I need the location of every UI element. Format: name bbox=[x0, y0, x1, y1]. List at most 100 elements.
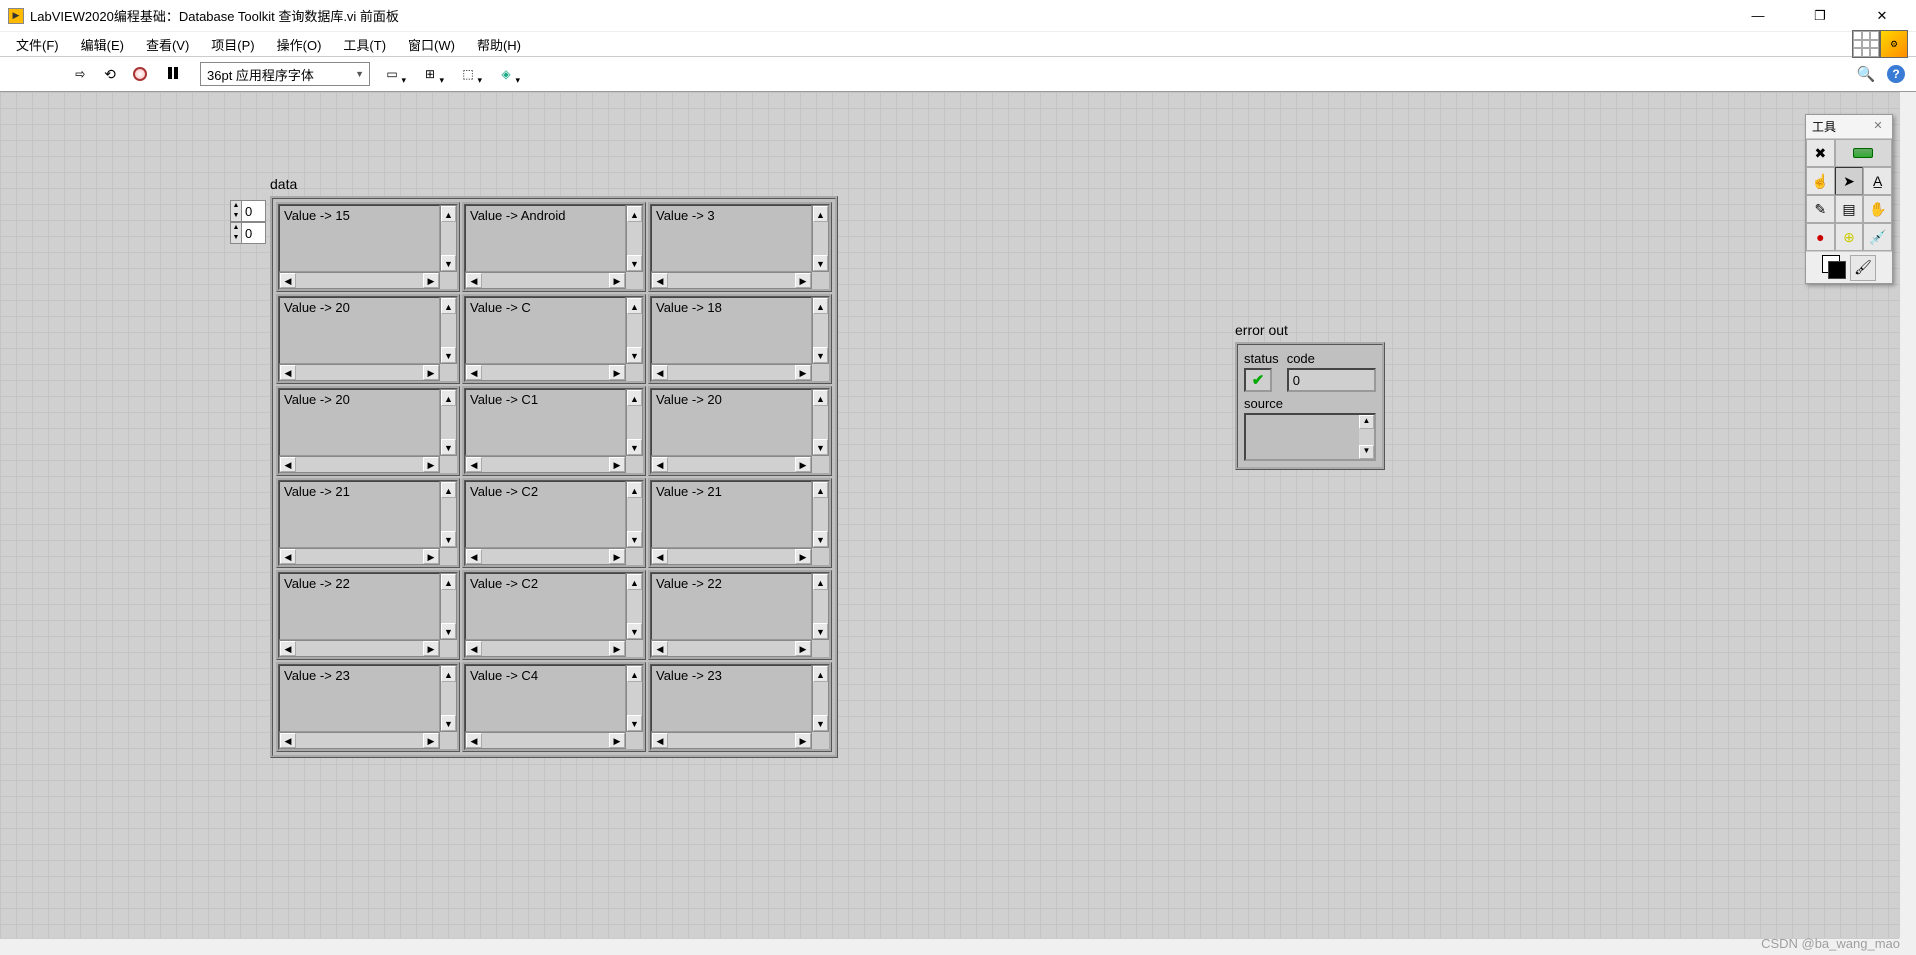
source-scrollbar[interactable]: ▲▼ bbox=[1359, 415, 1374, 459]
cell-vscroll[interactable]: ▲▼ bbox=[440, 481, 457, 548]
array-cell[interactable]: Value -> 20▲▼◀▶ bbox=[648, 386, 832, 476]
distribute-dropdown[interactable]: ⊞ bbox=[414, 62, 446, 86]
tool-auto-icon[interactable]: ✖ bbox=[1806, 139, 1835, 167]
tool-probe-icon[interactable]: ⊕ bbox=[1835, 223, 1864, 251]
tool-shortcut-icon[interactable]: ▤ bbox=[1835, 195, 1864, 223]
array-cell[interactable]: Value -> 3▲▼◀▶ bbox=[648, 202, 832, 292]
cell-vscroll[interactable]: ▲▼ bbox=[626, 481, 643, 548]
array-cell[interactable]: Value -> 22▲▼◀▶ bbox=[276, 570, 460, 660]
cell-vscroll[interactable]: ▲▼ bbox=[626, 389, 643, 456]
cell-vscroll[interactable]: ▲▼ bbox=[812, 297, 829, 364]
bg-color-swatch[interactable] bbox=[1828, 261, 1846, 279]
cell-hscroll[interactable]: ◀▶ bbox=[279, 456, 440, 473]
col-index-control[interactable]: ▲▼ 0 bbox=[230, 222, 266, 244]
cell-vscroll[interactable]: ▲▼ bbox=[440, 205, 457, 272]
cell-vscroll[interactable]: ▲▼ bbox=[440, 389, 457, 456]
cell-hscroll[interactable]: ◀▶ bbox=[465, 364, 626, 381]
cell-hscroll[interactable]: ◀▶ bbox=[465, 640, 626, 657]
abort-button[interactable] bbox=[128, 62, 152, 86]
cell-hscroll[interactable]: ◀▶ bbox=[465, 272, 626, 289]
tool-color-copy-icon[interactable]: 💉 bbox=[1863, 223, 1892, 251]
font-selector[interactable]: 36pt 应用程序字体 bbox=[200, 62, 370, 86]
minimize-button[interactable]: — bbox=[1736, 2, 1780, 30]
tools-palette-close-icon[interactable]: ✕ bbox=[1870, 119, 1886, 135]
cell-vscroll[interactable]: ▲▼ bbox=[626, 573, 643, 640]
array-cell[interactable]: Value -> 20▲▼◀▶ bbox=[276, 294, 460, 384]
search-button[interactable]: 🔍 bbox=[1854, 62, 1878, 86]
col-down-icon[interactable]: ▼ bbox=[231, 233, 241, 243]
array-cell[interactable]: Value -> C▲▼◀▶ bbox=[462, 294, 646, 384]
array-cell[interactable]: Value -> 23▲▼◀▶ bbox=[276, 662, 460, 752]
array-cell[interactable]: Value -> 18▲▼◀▶ bbox=[648, 294, 832, 384]
connector-grid-icon[interactable] bbox=[1852, 30, 1880, 58]
cell-hscroll[interactable]: ◀▶ bbox=[465, 456, 626, 473]
array-cell[interactable]: Value -> 21▲▼◀▶ bbox=[276, 478, 460, 568]
align-dropdown[interactable]: ▭ bbox=[376, 62, 408, 86]
row-index-control[interactable]: ▲▼ 0 bbox=[230, 200, 266, 222]
array-cell[interactable]: Value -> C2▲▼◀▶ bbox=[462, 570, 646, 660]
array-cell[interactable]: Value -> Android▲▼◀▶ bbox=[462, 202, 646, 292]
cell-hscroll[interactable]: ◀▶ bbox=[651, 272, 812, 289]
cell-hscroll[interactable]: ◀▶ bbox=[651, 732, 812, 749]
tool-color-swatches[interactable]: 🖌 bbox=[1806, 251, 1892, 283]
vi-icon[interactable]: ⚙ bbox=[1880, 30, 1908, 58]
tool-wire-icon[interactable]: ✎ bbox=[1806, 195, 1835, 223]
row-index-value[interactable]: 0 bbox=[242, 200, 266, 222]
array-cell[interactable]: Value -> 21▲▼◀▶ bbox=[648, 478, 832, 568]
col-up-icon[interactable]: ▲ bbox=[231, 223, 241, 233]
cell-vscroll[interactable]: ▲▼ bbox=[626, 205, 643, 272]
array-cell[interactable]: Value -> 23▲▼◀▶ bbox=[648, 662, 832, 752]
cell-hscroll[interactable]: ◀▶ bbox=[651, 364, 812, 381]
row-down-icon[interactable]: ▼ bbox=[231, 211, 241, 221]
cell-hscroll[interactable]: ◀▶ bbox=[651, 548, 812, 565]
tools-palette-header[interactable]: 工具 ✕ bbox=[1806, 115, 1892, 139]
menu-tools[interactable]: 工具(T) bbox=[333, 32, 396, 57]
front-panel-canvas[interactable]: data ▲▼ 0 ▲▼ 0 Value -> 15▲▼◀▶Value -> A… bbox=[0, 92, 1899, 938]
tool-text-icon[interactable]: A̲ bbox=[1863, 167, 1892, 195]
cell-hscroll[interactable]: ◀▶ bbox=[651, 640, 812, 657]
tool-auto-led[interactable] bbox=[1835, 139, 1892, 167]
tool-position-icon[interactable]: ➤ bbox=[1835, 167, 1864, 195]
cell-vscroll[interactable]: ▲▼ bbox=[812, 573, 829, 640]
cell-hscroll[interactable]: ◀▶ bbox=[465, 548, 626, 565]
maximize-button[interactable]: ❐ bbox=[1798, 2, 1842, 30]
reorder-dropdown[interactable]: ◈ bbox=[490, 62, 522, 86]
cell-hscroll[interactable]: ◀▶ bbox=[651, 456, 812, 473]
cell-hscroll[interactable]: ◀▶ bbox=[279, 732, 440, 749]
run-button[interactable]: ⇨ bbox=[68, 62, 92, 86]
cell-hscroll[interactable]: ◀▶ bbox=[279, 548, 440, 565]
cell-vscroll[interactable]: ▲▼ bbox=[440, 665, 457, 732]
row-up-icon[interactable]: ▲ bbox=[231, 201, 241, 211]
cell-vscroll[interactable]: ▲▼ bbox=[440, 573, 457, 640]
cell-vscroll[interactable]: ▲▼ bbox=[812, 205, 829, 272]
tool-breakpoint-icon[interactable]: ● bbox=[1806, 223, 1835, 251]
cell-vscroll[interactable]: ▲▼ bbox=[440, 297, 457, 364]
array-cell[interactable]: Value -> C2▲▼◀▶ bbox=[462, 478, 646, 568]
array-cell[interactable]: Value -> 15▲▼◀▶ bbox=[276, 202, 460, 292]
cell-vscroll[interactable]: ▲▼ bbox=[812, 389, 829, 456]
main-vertical-scrollbar[interactable] bbox=[1899, 92, 1916, 938]
resize-dropdown[interactable]: ⬚ bbox=[452, 62, 484, 86]
cell-hscroll[interactable]: ◀▶ bbox=[279, 272, 440, 289]
menu-edit[interactable]: 编辑(E) bbox=[71, 32, 134, 57]
array-cell[interactable]: Value -> C1▲▼◀▶ bbox=[462, 386, 646, 476]
cell-vscroll[interactable]: ▲▼ bbox=[626, 665, 643, 732]
cell-hscroll[interactable]: ◀▶ bbox=[279, 364, 440, 381]
run-continuous-button[interactable]: ⟲ bbox=[98, 62, 122, 86]
array-cell[interactable]: Value -> 20▲▼◀▶ bbox=[276, 386, 460, 476]
menu-view[interactable]: 查看(V) bbox=[136, 32, 199, 57]
tool-paint-icon[interactable]: 🖌 bbox=[1850, 255, 1876, 281]
menu-project[interactable]: 项目(P) bbox=[201, 32, 264, 57]
cell-hscroll[interactable]: ◀▶ bbox=[465, 732, 626, 749]
menu-help[interactable]: 帮助(H) bbox=[467, 32, 531, 57]
col-index-value[interactable]: 0 bbox=[242, 222, 266, 244]
menu-window[interactable]: 窗口(W) bbox=[398, 32, 465, 57]
cell-vscroll[interactable]: ▲▼ bbox=[812, 481, 829, 548]
pause-button[interactable] bbox=[158, 62, 182, 86]
array-cell[interactable]: Value -> 22▲▼◀▶ bbox=[648, 570, 832, 660]
cell-hscroll[interactable]: ◀▶ bbox=[279, 640, 440, 657]
menu-file[interactable]: 文件(F) bbox=[6, 32, 69, 57]
close-button[interactable]: ✕ bbox=[1860, 2, 1904, 30]
tool-scroll-icon[interactable]: ✋ bbox=[1863, 195, 1892, 223]
array-cell[interactable]: Value -> C4▲▼◀▶ bbox=[462, 662, 646, 752]
